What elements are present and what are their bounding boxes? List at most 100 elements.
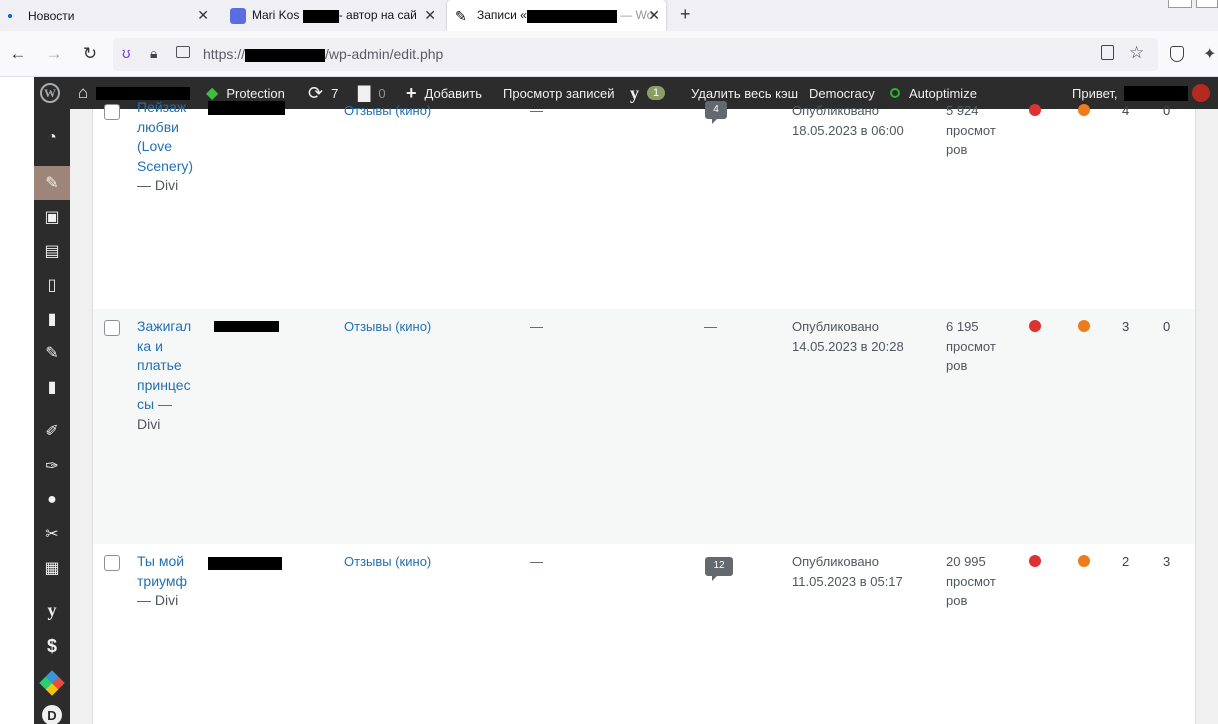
tags-cell: —: [530, 554, 543, 569]
shield-icon[interactable]: [1170, 46, 1184, 62]
menu-users[interactable]: ●: [34, 483, 70, 517]
seo-score-indicator: [1029, 320, 1041, 332]
row-checkbox[interactable]: [104, 555, 120, 571]
plugins-icon: ✑: [45, 458, 59, 475]
appearance-icon: ✐: [45, 423, 59, 440]
author-redacted: [208, 101, 285, 115]
home-icon: ⌂: [78, 83, 89, 102]
seo-score-indicator: [1029, 104, 1041, 116]
menu-pages[interactable]: ▯: [34, 268, 70, 302]
browser-navbar: ← → ↻ ʊ 🔒︎ https:///wp-admin/edit.php ☆ …: [0, 31, 1218, 77]
menu-media[interactable]: ▤: [34, 234, 70, 268]
comment-count-bubble[interactable]: 12: [705, 557, 733, 581]
category-link[interactable]: Отзывы (кино): [344, 552, 431, 572]
posts-icon: ✎: [45, 175, 59, 192]
row-checkbox[interactable]: [104, 320, 120, 336]
url-bar[interactable]: ʊ 🔒︎ https:///wp-admin/edit.php ☆: [113, 38, 1158, 71]
incoming-links-count: 3: [1163, 554, 1171, 569]
tab-unread-dot: [8, 13, 12, 18]
menu-appearance[interactable]: ✐: [34, 414, 70, 448]
category-link[interactable]: Отзывы (кино): [344, 101, 431, 121]
lock-icon[interactable]: 🔒︎: [150, 45, 157, 62]
tags-cell: —: [530, 103, 543, 118]
menu-feedback[interactable]: ▮: [34, 370, 70, 404]
menu-settings[interactable]: ▦: [34, 551, 70, 585]
feedback-icon: ▮: [47, 379, 57, 396]
menu-dashboard[interactable]: ◔: [34, 121, 70, 155]
forward-icon[interactable]: →: [44, 44, 64, 64]
outgoing-links-count: 4: [1122, 103, 1130, 118]
posts-list-table: Пейзаж любви (Love Scenery) — Divi Отзывы (…: [92, 99, 1196, 724]
browser-tab-strip: Новости ✕ Mari Kos - автор на сай ✕ ✎ За…: [0, 0, 1218, 31]
row-checkbox[interactable]: [104, 104, 120, 120]
outgoing-links-count: 3: [1122, 319, 1130, 334]
close-icon[interactable]: ✕: [424, 7, 436, 23]
pin-icon: ✎: [45, 345, 59, 362]
username-redacted: [1123, 85, 1188, 101]
wp-admin-sidebar: ◔ ✎ ▣ ▤ ▯ ▮ ✎ ▮ ✐ ✑ ● ✂ ▦ y $ D: [34, 109, 70, 724]
menu-posts[interactable]: ✎: [34, 166, 70, 200]
site-favicon-icon: [230, 7, 246, 24]
content-area: Пейзаж любви (Love Scenery) — Divi Отзывы (…: [70, 99, 1218, 724]
date-cell: Опубликовано 18.05.2023 в 06:00: [792, 103, 904, 138]
menu-tools[interactable]: ✂: [34, 517, 70, 551]
dollar-icon: $: [46, 635, 57, 656]
readability-score-indicator: [1078, 104, 1090, 116]
bookmark-star-icon[interactable]: ☆: [1129, 43, 1144, 63]
tab-news[interactable]: Новости ✕: [0, 0, 215, 31]
url-text[interactable]: https:///wp-admin/edit.php: [203, 46, 443, 62]
users-icon: ●: [47, 491, 57, 508]
date-cell: Опубликовано 11.05.2023 в 05:17: [792, 554, 903, 589]
tab-posts[interactable]: ✎ Записи « — Wo ✕: [447, 0, 666, 31]
post-title-link[interactable]: Ты мой триумф: [137, 553, 187, 589]
menu-yoast[interactable]: y: [34, 593, 70, 627]
minimize-button[interactable]: [1168, 0, 1192, 8]
pages-icon: ▯: [47, 277, 57, 294]
wordpress-logo-icon[interactable]: W: [40, 77, 60, 109]
readability-score-indicator: [1078, 320, 1090, 332]
post-title-cell: Ты мой триумф — Divi: [137, 552, 199, 611]
menu-pinned[interactable]: ✎: [34, 336, 70, 370]
views-cell: 20 995 просмот ров: [946, 554, 996, 608]
close-icon[interactable]: ✕: [197, 7, 209, 23]
author-redacted: [214, 321, 279, 332]
post-title-link[interactable]: Пейзаж любви (Love Scenery): [137, 99, 193, 174]
readability-score-indicator: [1078, 555, 1090, 567]
views-cell: 6 195 просмот ров: [946, 319, 996, 373]
tools-icon: ✂: [45, 526, 59, 543]
menu-comments[interactable]: ▮: [34, 302, 70, 336]
table-row: Зажигал ка и платье принцес сы — Divi Отзывы…: [93, 309, 1195, 544]
post-title-link[interactable]: Зажигал ка и платье принцес сы —: [137, 318, 191, 412]
color-icon: [39, 670, 65, 696]
close-icon[interactable]: ✕: [648, 7, 660, 23]
dashboard-icon: ◔: [47, 129, 57, 146]
extension-icon[interactable]: ʊ: [122, 45, 131, 62]
menu-plugins[interactable]: ✑: [34, 449, 70, 483]
permissions-icon[interactable]: [176, 46, 190, 58]
post-state: — Divi: [137, 177, 179, 193]
category-link[interactable]: Отзывы (кино): [344, 317, 431, 337]
seo-score-indicator: [1029, 555, 1041, 567]
outgoing-links-count: 2: [1122, 554, 1130, 569]
media-icon: ▤: [44, 243, 60, 260]
table-row: Пейзаж любви (Love Scenery) — Divi Отзывы (…: [93, 98, 1195, 309]
tab-title: Mari Kos - автор на сай: [252, 8, 417, 23]
reader-view-icon[interactable]: [1101, 45, 1114, 60]
menu-colors[interactable]: [34, 666, 70, 700]
new-tab-icon[interactable]: +: [680, 4, 691, 25]
reload-icon[interactable]: ↻: [80, 44, 100, 64]
wordpress-pin-icon: ✎: [455, 7, 467, 24]
close-window-button[interactable]: [1196, 0, 1218, 8]
tab-author[interactable]: Mari Kos - автор на сай ✕: [222, 0, 442, 31]
views-cell: 5 924 просмот ров: [946, 103, 996, 157]
menu-divi[interactable]: D: [34, 698, 70, 724]
comment-count-bubble[interactable]: 4: [705, 101, 727, 124]
menu-security[interactable]: ▣: [34, 200, 70, 234]
avatar: [1191, 84, 1210, 102]
divi-icon: D: [42, 705, 62, 724]
menu-monetization[interactable]: $: [34, 629, 70, 663]
post-title-cell: Пейзаж любви (Love Scenery) — Divi: [137, 98, 199, 196]
extensions-icon[interactable]: ✦: [1203, 44, 1216, 64]
comments-icon: ▇: [358, 85, 371, 102]
back-icon[interactable]: ←: [8, 44, 28, 64]
